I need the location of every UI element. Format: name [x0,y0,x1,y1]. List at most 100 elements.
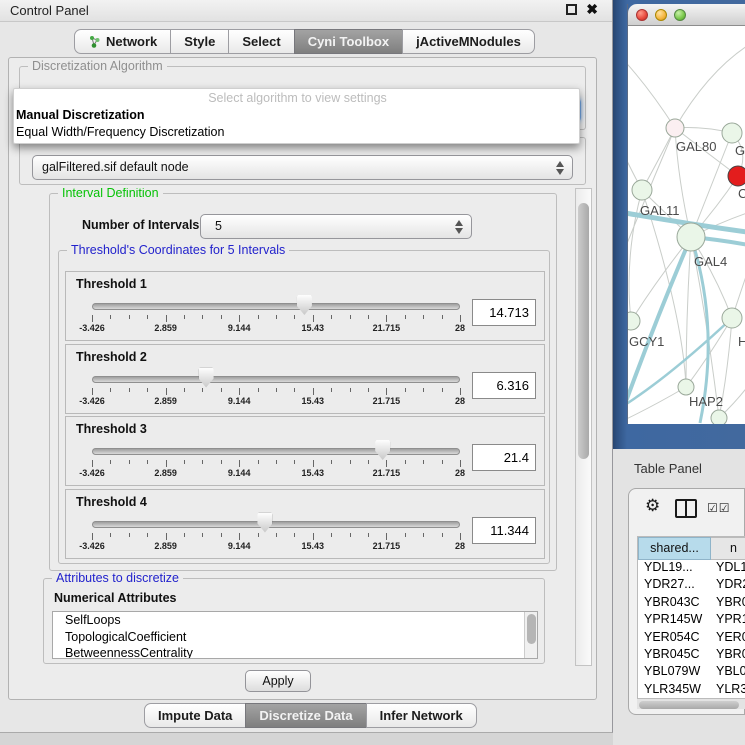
attributes-list-scrollbar[interactable] [524,612,537,658]
slider-tick-labels: -3.4262.8599.14415.4321.71528 [92,323,461,335]
checkboxes-icon[interactable]: ☑☑ [707,501,731,515]
tab-jactivemnodules[interactable]: jActiveMNodules [402,29,535,54]
cell-name: YLR3 [711,682,745,698]
cell-name: YER0 [711,630,745,647]
tab-impute-data[interactable]: Impute Data [144,703,246,728]
network-node[interactable] [632,180,652,200]
network-node[interactable] [711,410,727,424]
network-canvas[interactable]: GAL80GCGAL11GAL4GCY1HHAP2 [628,26,745,424]
slider-track[interactable] [92,303,460,310]
slider-ticks [92,460,461,468]
table-header-row: shared... n [638,537,745,560]
apply-button[interactable]: Apply [245,670,311,692]
table-row[interactable]: YDR27...YDR2 [638,577,745,594]
control-panel-titlebar: Control Panel ✖ [0,0,612,22]
scrollbar-thumb[interactable] [527,614,536,644]
slider-ticks [92,388,461,396]
settings-vertical-scrollbar[interactable] [575,188,592,666]
slider-tick-labels: -3.4262.8599.14415.4321.71528 [92,468,461,480]
tab-network[interactable]: Network [74,29,171,54]
table-data-combobox[interactable]: galFiltered.sif default node [32,155,573,180]
network-node[interactable] [722,308,742,328]
close-traffic-light-icon[interactable] [636,9,648,21]
attribute-item[interactable]: SelfLoops [53,612,537,629]
network-edge[interactable] [686,237,691,387]
network-node[interactable] [666,119,684,137]
node-label: G [735,143,745,158]
network-edge[interactable] [628,56,675,128]
network-edge[interactable] [675,44,745,128]
cell-shared-name: YLR345W [638,682,711,698]
network-node[interactable] [677,223,705,251]
thresholds-coordinates-group: Threshold's Coordinates for 5 Intervals … [58,250,550,564]
cell-shared-name: YBL079W [638,664,711,681]
zoom-traffic-light-icon[interactable] [674,9,686,21]
slider-thumb[interactable] [257,513,272,533]
attribute-item[interactable]: TopologicalCoefficient [53,629,537,646]
table-row[interactable]: YBR043CYBR0 [638,595,745,612]
gear-icon[interactable]: ⚙︎ [645,496,660,516]
attribute-item[interactable]: BetweennessCentrality [53,645,537,659]
algorithm-option-equal-width[interactable]: Equal Width/Frequency Discretization [16,124,579,141]
cell-name: YBR0 [711,595,745,612]
table-row[interactable]: YDL19...YDL1 [638,560,745,577]
node-label: GAL4 [694,254,727,269]
slider-tick-labels: -3.4262.8599.14415.4321.71528 [92,396,461,408]
thresholds-coordinates-title: Threshold's Coordinates for 5 Intervals [67,243,289,257]
number-of-intervals-label: Number of Intervals [82,218,199,232]
interval-definition-group: Interval Definition Number of Intervals … [49,193,557,571]
threshold-value-field[interactable]: 6.316 [472,372,536,399]
tab-infer-network[interactable]: Infer Network [366,703,477,728]
node-label: GCY1 [629,334,664,349]
slider-ticks [92,315,461,323]
table-row[interactable]: YPR145WYPR1 [638,612,745,629]
scrollbar-thumb[interactable] [639,701,739,709]
cell-shared-name: YDR27... [638,577,711,594]
right-workspace: GAL80GCGAL11GAL4GCY1HHAP2 Table Panel ⚙︎… [613,0,745,745]
tab-cyni-toolbox[interactable]: Cyni Toolbox [294,29,403,54]
threshold-2-box: Threshold 2-3.4262.8599.14415.4321.71528… [65,344,545,414]
table-row[interactable]: YLR345WYLR3 [638,682,745,698]
minimize-traffic-light-icon[interactable] [655,9,667,21]
network-node[interactable] [628,312,640,330]
table-horizontal-scrollbar[interactable] [637,698,745,709]
float-window-icon[interactable] [566,4,577,15]
slider-track[interactable] [92,376,460,383]
number-of-intervals-combobox[interactable]: 5 [200,214,472,239]
cell-name: YBL0 [711,664,745,681]
table-row[interactable]: YER054CYER0 [638,630,745,647]
node-label: C [738,186,745,201]
tab-style[interactable]: Style [170,29,229,54]
slider-track[interactable] [92,521,460,528]
network-node[interactable] [728,166,745,186]
cell-name: YBR0 [711,647,745,664]
network-node[interactable] [678,379,694,395]
cell-shared-name: YBR045C [638,647,711,664]
column-header-name[interactable]: n [711,537,745,560]
tab-network-label: Network [106,34,157,49]
table-row[interactable]: YBR045CYBR0 [638,647,745,664]
tab-discretize-data[interactable]: Discretize Data [245,703,366,728]
node-label: H [738,334,745,349]
network-edge[interactable] [642,128,675,190]
top-tab-bar: Network Style Select Cyni Toolbox jActiv… [74,29,535,54]
split-columns-icon[interactable] [675,499,697,518]
slider-thumb[interactable] [199,368,214,388]
slider-thumb[interactable] [375,440,390,460]
settings-scroll-viewport: Interval Definition Number of Intervals … [15,188,574,666]
network-edge[interactable] [628,387,686,422]
network-window-titlebar[interactable] [628,4,745,26]
tab-select[interactable]: Select [228,29,294,54]
cell-name: YDL1 [711,560,745,577]
algorithm-option-manual[interactable]: Manual Discretization [16,107,579,124]
slider-thumb[interactable] [297,295,312,315]
scrollbar-thumb[interactable] [578,203,589,459]
table-row[interactable]: YBL079WYBL0 [638,664,745,681]
close-icon[interactable]: ✖ [586,4,598,15]
threshold-value-field[interactable]: 11.344 [472,517,536,544]
slider-track[interactable] [92,448,460,455]
threshold-value-field[interactable]: 14.713 [472,299,536,326]
column-header-shared-name[interactable]: shared... [638,537,711,560]
threshold-value-field[interactable]: 21.4 [472,444,536,471]
network-node[interactable] [722,123,742,143]
